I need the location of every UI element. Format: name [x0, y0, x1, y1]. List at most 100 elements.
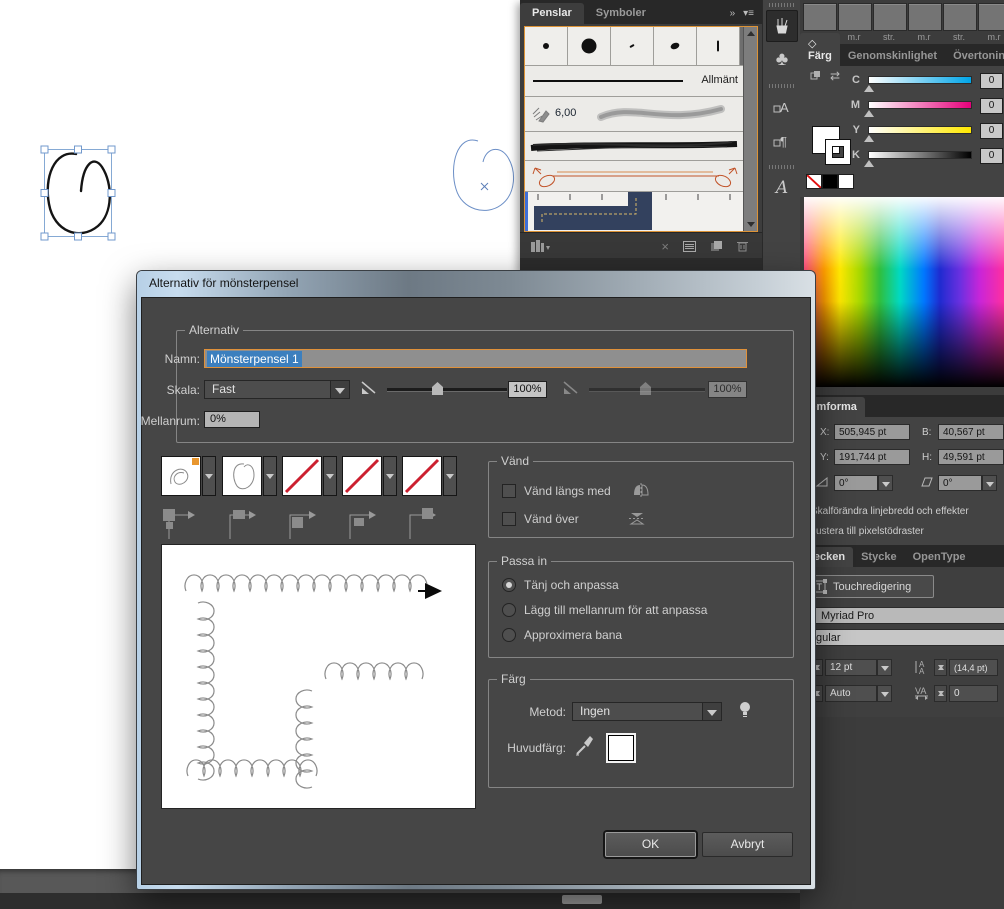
kerning-field[interactable]: Auto — [825, 685, 877, 702]
style-thumbnail[interactable] — [908, 3, 942, 31]
scale-percent2-field[interactable]: 100% — [708, 381, 747, 398]
w-field[interactable]: 40,567 pt — [938, 424, 1004, 440]
scale-strokes-checkbox-row[interactable]: Skalförändra linjebredd och effekter — [800, 505, 969, 517]
eyedropper-icon[interactable] — [574, 735, 596, 757]
brush-item[interactable] — [568, 27, 611, 65]
none-swatch[interactable] — [806, 174, 822, 189]
dock-grip[interactable] — [769, 84, 795, 88]
black-value[interactable]: 0 — [980, 148, 1003, 164]
name-input[interactable]: Mönsterpensel 1 — [204, 349, 747, 368]
tile-side[interactable] — [222, 456, 277, 498]
dock-character-styles-icon[interactable]: A — [766, 91, 798, 123]
brush-item-arrow[interactable] — [525, 161, 746, 192]
white-swatch[interactable] — [838, 174, 854, 189]
tab-genomskinlighet[interactable]: Genomskinlighet — [840, 46, 945, 66]
tile-start[interactable] — [342, 456, 397, 498]
scale-percent-field[interactable]: 100% — [508, 381, 547, 398]
method-dropdown[interactable]: Ingen — [572, 702, 722, 721]
rotate-field[interactable]: 0° — [834, 475, 878, 491]
brush-libraries-icon[interactable] — [530, 239, 550, 253]
style-thumbnail[interactable] — [943, 3, 977, 31]
x-field[interactable]: 505,945 pt — [834, 424, 910, 440]
artboard-canvas[interactable] — [0, 0, 540, 260]
dock-symbols-icon[interactable]: ♣ — [766, 44, 798, 76]
panel-menu-icon[interactable]: ▾≡ — [743, 8, 754, 19]
tab-farg[interactable]: ◇ Färg — [800, 33, 840, 66]
magenta-slider[interactable] — [868, 101, 972, 109]
black-slider-thumb[interactable] — [864, 160, 874, 167]
bottom-scrollbar-thumb[interactable] — [562, 895, 602, 904]
tile-dropdown-icon[interactable] — [443, 456, 457, 496]
brush-item-charcoal[interactable] — [525, 132, 746, 161]
radio[interactable] — [502, 628, 516, 642]
brush-item-basic[interactable]: Allmänt — [525, 66, 746, 97]
tile-dropdown-icon[interactable] — [383, 456, 397, 496]
brush-options-icon[interactable] — [683, 240, 696, 252]
tab-opentype[interactable]: OpenType — [905, 547, 974, 567]
touch-type-button[interactable]: T Touchredigering — [806, 575, 934, 598]
brush-item[interactable] — [697, 27, 740, 65]
style-thumbnail[interactable] — [978, 3, 1004, 31]
remove-brush-stroke-icon[interactable]: × — [661, 239, 669, 254]
yellow-slider[interactable] — [868, 126, 972, 134]
y-field[interactable]: 191,744 pt — [834, 449, 910, 465]
dock-grip[interactable] — [769, 165, 795, 169]
cyan-slider-thumb[interactable] — [864, 85, 874, 92]
shear-field[interactable]: 0° — [938, 475, 982, 491]
yellow-value[interactable]: 0 — [980, 123, 1003, 139]
dropdown-arrow-icon[interactable] — [330, 381, 349, 398]
black-slider[interactable] — [868, 151, 972, 159]
fit-option-approximate[interactable]: Approximera bana — [502, 628, 622, 642]
tile-end[interactable] — [402, 456, 457, 498]
dock-paragraph-styles-icon[interactable]: ¶ — [766, 125, 798, 157]
magenta-slider-thumb[interactable] — [864, 110, 874, 117]
brush-item[interactable] — [525, 27, 568, 65]
brush-list-scrollbar[interactable] — [743, 27, 757, 231]
font-size-field[interactable]: 12 pt — [825, 659, 877, 676]
tracking-field[interactable]: 0 — [949, 685, 998, 702]
dock-glyphs-icon[interactable]: A — [766, 172, 798, 204]
delete-brush-icon[interactable] — [737, 240, 748, 252]
yellow-slider-thumb[interactable] — [864, 135, 874, 142]
brush-item-pattern-selected[interactable] — [525, 192, 746, 231]
key-color-swatch[interactable] — [608, 735, 634, 761]
font-size-dropdown-icon[interactable] — [877, 659, 892, 676]
magenta-value[interactable]: 0 — [980, 98, 1003, 114]
style-thumbnail[interactable] — [838, 3, 872, 31]
brush-item[interactable] — [654, 27, 697, 65]
swap-fill-stroke-icon[interactable]: ⇄ — [830, 69, 840, 83]
align-pixel-grid-checkbox-row[interactable]: Justera till pixelstödraster — [800, 525, 924, 537]
selected-path[interactable] — [46, 152, 111, 235]
cancel-button[interactable]: Avbryt — [702, 832, 793, 857]
shear-dropdown-icon[interactable] — [982, 475, 997, 491]
dock-grip[interactable] — [769, 3, 795, 7]
flip-along-row[interactable]: Vänd längs med — [502, 482, 651, 499]
ok-button[interactable]: OK — [605, 832, 696, 857]
brush-item[interactable] — [611, 27, 654, 65]
fit-option-stretch[interactable]: Tänj och anpassa — [502, 578, 619, 592]
radio[interactable] — [502, 603, 516, 617]
tab-penslar[interactable]: Penslar — [520, 3, 584, 24]
tile-dropdown-icon[interactable] — [202, 456, 216, 496]
scale-dropdown[interactable]: Fast — [204, 380, 350, 399]
spacing-field[interactable]: 0% — [204, 411, 260, 428]
flip-across-checkbox[interactable] — [502, 511, 516, 526]
tab-symboler[interactable]: Symboler — [584, 3, 658, 24]
color-spectrum[interactable] — [804, 197, 1004, 387]
collapse-panel-icon[interactable]: » — [730, 8, 736, 19]
leading-stepper[interactable] — [934, 659, 947, 676]
black-swatch[interactable] — [822, 174, 838, 189]
style-thumbnail[interactable] — [803, 3, 837, 31]
scroll-down-icon[interactable] — [747, 222, 755, 227]
flip-along-checkbox[interactable] — [502, 483, 516, 498]
h-field[interactable]: 49,591 pt — [938, 449, 1004, 465]
tile-outer-corner[interactable] — [161, 456, 216, 498]
kerning-dropdown-icon[interactable] — [877, 685, 892, 702]
tracking-stepper[interactable] — [934, 685, 947, 702]
rotate-dropdown-icon[interactable] — [878, 475, 893, 491]
tile-inner-corner[interactable] — [282, 456, 337, 498]
dropdown-arrow-icon[interactable] — [702, 703, 721, 720]
selection-handles[interactable] — [40, 145, 116, 241]
cyan-slider[interactable] — [868, 76, 972, 84]
font-style-field[interactable]: Regular — [800, 629, 1004, 646]
